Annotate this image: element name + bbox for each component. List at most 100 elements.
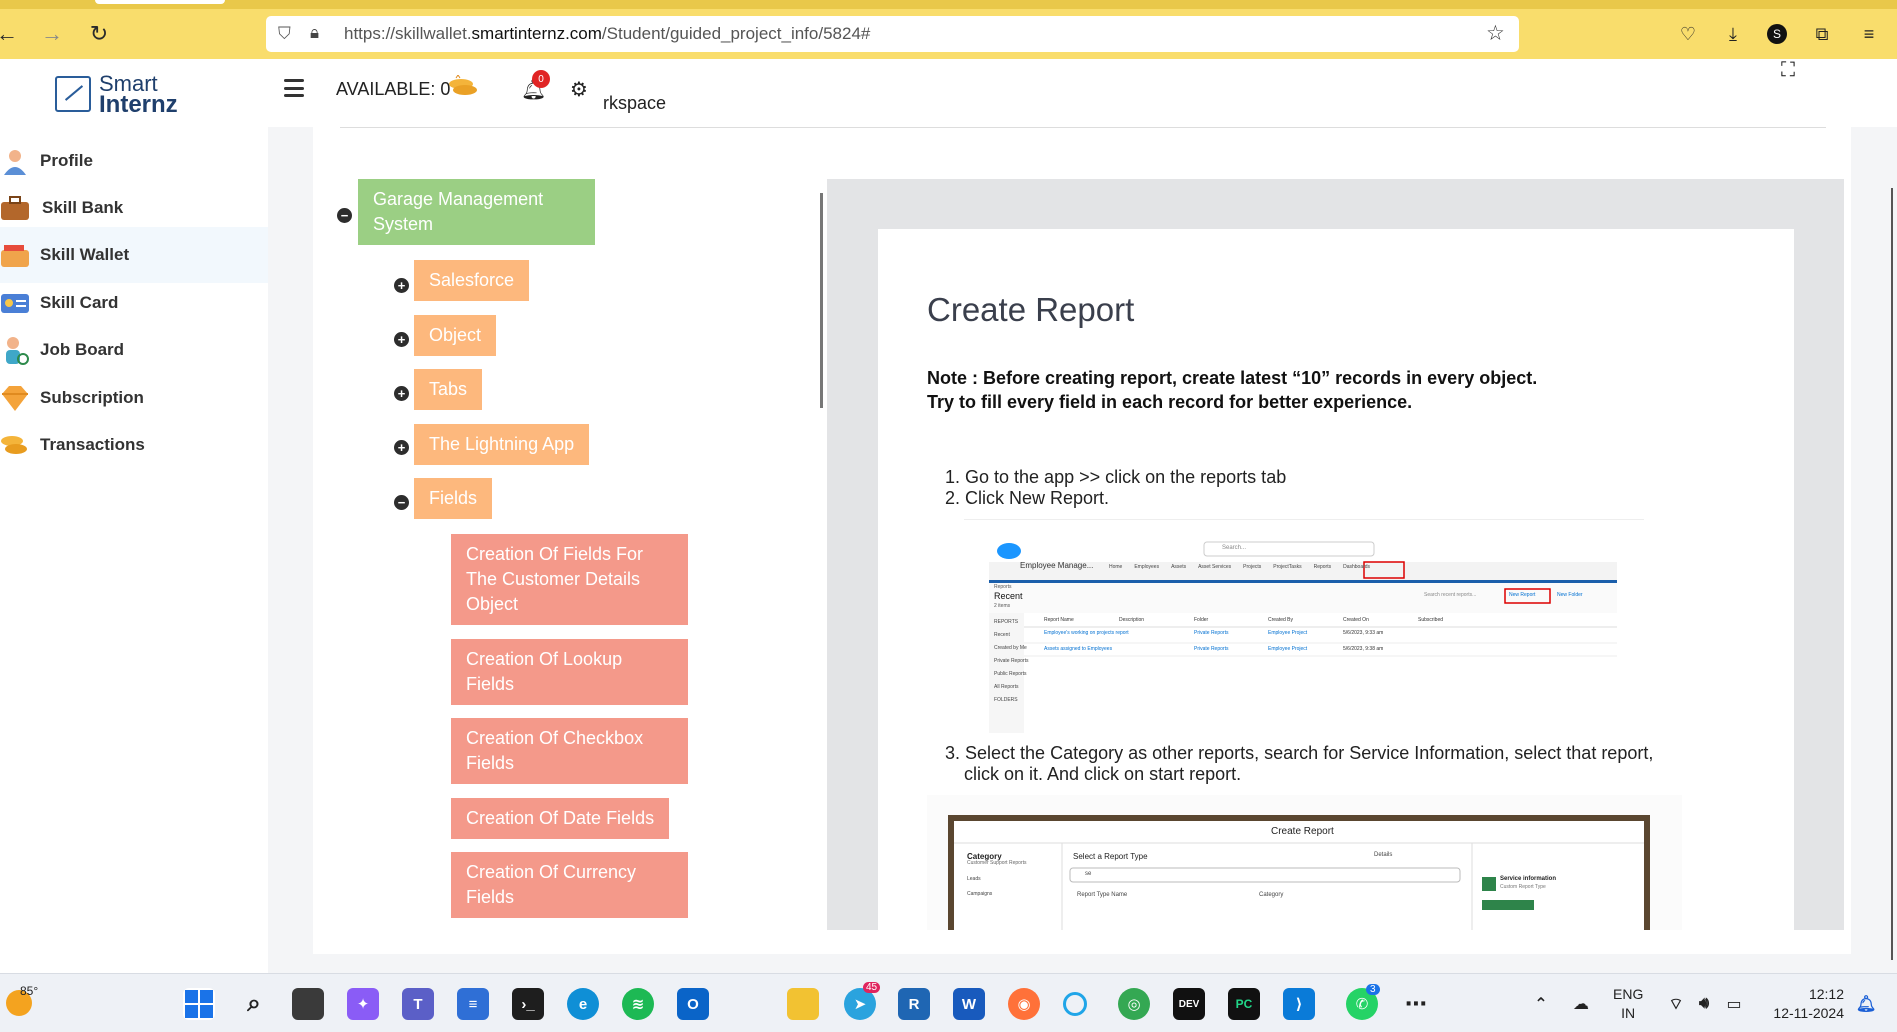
coins-icon: [0, 430, 30, 460]
sidebar-item-label: Skill Wallet: [40, 245, 130, 264]
sidebar-item-label: Job Board: [40, 340, 125, 359]
volume-icon[interactable]: 🔊︎: [1688, 988, 1720, 1020]
shot1-search-reports: Search recent reports...: [1424, 592, 1477, 598]
page-scrollbar[interactable]: [1891, 188, 1893, 960]
search-icon[interactable]: ⌕: [238, 988, 270, 1020]
doc-step-3: 3. Select the Category as other reports,…: [945, 743, 1653, 785]
doc-step-3-line: 3. Select the Category as other reports,…: [945, 743, 1654, 763]
shot2-left-item: Campaigns: [967, 891, 993, 897]
sidebar-item-label: Profile: [40, 151, 93, 170]
tree-node-fields[interactable]: Fields: [414, 478, 493, 519]
shot2-search-value: se: [1085, 871, 1092, 877]
tree-node-salesforce[interactable]: Salesforce: [414, 260, 530, 301]
coins-icon: [446, 74, 480, 99]
battery-icon[interactable]: ▭: [1718, 988, 1750, 1020]
firefox-icon[interactable]: ◉: [1008, 988, 1040, 1020]
sidebar-item-label: Skill Card: [40, 293, 119, 312]
tree-node-lookup-fields[interactable]: Creation Of Lookup Fields: [451, 639, 688, 705]
expand-icon[interactable]: +: [394, 440, 409, 455]
settings-gear-icon[interactable]: ⚙: [570, 77, 588, 102]
tree-node-checkbox-fields[interactable]: Creation Of Checkbox Fields: [451, 718, 688, 784]
url-text[interactable]: https://skillwallet.smartinternz.com/Stu…: [344, 24, 870, 44]
tree-node-root[interactable]: Garage Management System: [358, 179, 595, 245]
clock-time: 12:12: [1808, 986, 1844, 1002]
download-icon[interactable]: ⤓: [1720, 21, 1746, 47]
shot1-row-2: Assets assigned to Employees Private Repo…: [1044, 646, 1384, 652]
clock[interactable]: 12:12 12-11-2024: [1764, 985, 1844, 1023]
word-icon[interactable]: W: [953, 988, 985, 1020]
browser-tab-strip: [0, 0, 1897, 9]
tree-node-fields-customer-details[interactable]: Creation Of Fields For The Customer Deta…: [451, 534, 688, 625]
notepad-icon[interactable]: ≡: [457, 988, 489, 1020]
cortana-icon[interactable]: [1063, 992, 1087, 1016]
browser-toolbar: ← → ↻ ⛉ 🔒︎ https://skillwallet.smartinte…: [0, 9, 1897, 59]
hamburger-menu-icon[interactable]: [284, 79, 304, 97]
windows-start-icon[interactable]: [183, 988, 215, 1020]
bookmark-star-icon[interactable]: ☆: [1486, 21, 1505, 46]
extensions-icon[interactable]: ⧉: [1809, 21, 1835, 47]
address-bar[interactable]: ⛉ 🔒︎ https://skillwallet.smartinternz.co…: [266, 16, 1519, 52]
file-explorer-icon[interactable]: [787, 988, 819, 1020]
user-icon: [0, 146, 30, 176]
pycharm-icon[interactable]: PC: [1228, 988, 1260, 1020]
reload-icon[interactable]: ↻: [84, 19, 114, 49]
collapse-icon[interactable]: −: [394, 495, 409, 510]
onedrive-icon[interactable]: ☁: [1565, 988, 1597, 1020]
forward-icon[interactable]: →: [37, 19, 67, 49]
windows-taskbar: 85° ⌕ ✦ T ≡ ›_ e ≋ O ➤ 45 R W ◉ ◎ DEV PC…: [0, 973, 1897, 1032]
shot2-dialog-title: Create Report: [1271, 826, 1334, 837]
dev-icon[interactable]: DEV: [1173, 988, 1205, 1020]
sidebar-item-label: Transactions: [40, 435, 145, 454]
id-card-icon: [0, 288, 30, 318]
account-icon[interactable]: S: [1764, 21, 1790, 47]
active-tab[interactable]: [95, 0, 225, 4]
shot2-col-name: Report Type Name: [1077, 892, 1128, 898]
task-view-icon[interactable]: [292, 988, 324, 1020]
whatsapp-badge: 3: [1366, 984, 1380, 995]
shot2-service-sub: Custom Report Type: [1500, 884, 1546, 890]
shot1-count: 2 items: [994, 603, 1011, 609]
chrome-icon[interactable]: ◎: [1118, 988, 1150, 1020]
terminal-icon[interactable]: ›_: [512, 988, 544, 1020]
shot1-new-report: New Report: [1509, 592, 1536, 598]
edge-icon[interactable]: e: [567, 988, 599, 1020]
teams-icon[interactable]: T: [402, 988, 434, 1020]
fullscreen-icon[interactable]: ⛶: [1781, 59, 1795, 82]
expand-icon[interactable]: +: [394, 332, 409, 347]
spotify-icon[interactable]: ≋: [622, 988, 654, 1020]
shot2-col-category: Category: [1259, 892, 1284, 898]
back-icon[interactable]: ←: [0, 19, 22, 49]
doc-step-2: 2. Click New Report.: [945, 488, 1110, 508]
tree-node-date-fields[interactable]: Creation Of Date Fields: [451, 798, 670, 839]
shot2-service-title: Service information: [1500, 876, 1557, 882]
sidebar-item-label: Skill Bank: [42, 198, 124, 217]
lang-line-2: IN: [1621, 1005, 1636, 1021]
more-apps-icon[interactable]: ⋯: [1400, 988, 1432, 1020]
pocket-icon[interactable]: ♡: [1675, 21, 1701, 47]
collapse-icon[interactable]: −: [337, 208, 352, 223]
smartinternz-logo[interactable]: Smart Internz: [55, 73, 178, 118]
tray-chevron-icon[interactable]: ⌃: [1525, 988, 1557, 1020]
expand-icon[interactable]: +: [394, 386, 409, 401]
shot2-details: Details: [1374, 852, 1393, 858]
language-indicator[interactable]: ENG IN: [1613, 985, 1643, 1023]
app-icon[interactable]: R: [898, 988, 930, 1020]
lang-line-1: ENG: [1613, 986, 1644, 1002]
tab-workspace[interactable]: rkspace: [603, 93, 666, 114]
tree-scrollbar[interactable]: [820, 193, 823, 408]
outlook-icon[interactable]: O: [677, 988, 709, 1020]
expand-icon[interactable]: +: [394, 278, 409, 293]
notification-center-icon[interactable]: 🔔︎: [1850, 988, 1882, 1020]
vscode-icon[interactable]: ⟩: [1283, 988, 1315, 1020]
sidebar-item-transactions[interactable]: Transactions: [0, 417, 268, 473]
tree-node-tabs[interactable]: Tabs: [414, 369, 483, 410]
menu-icon[interactable]: ≡: [1856, 21, 1882, 47]
lock-icon[interactable]: 🔒︎: [310, 23, 319, 43]
tree-node-currency-fields[interactable]: Creation Of Currency Fields: [451, 852, 688, 918]
tree-node-object[interactable]: Object: [414, 315, 497, 356]
logo-line-2: Internz: [99, 91, 178, 118]
sidebar-item-label: Subscription: [40, 388, 144, 407]
copilot-icon[interactable]: ✦: [347, 988, 379, 1020]
tree-node-lightning-app[interactable]: The Lightning App: [414, 424, 590, 465]
shield-icon[interactable]: ⛉: [278, 24, 291, 44]
